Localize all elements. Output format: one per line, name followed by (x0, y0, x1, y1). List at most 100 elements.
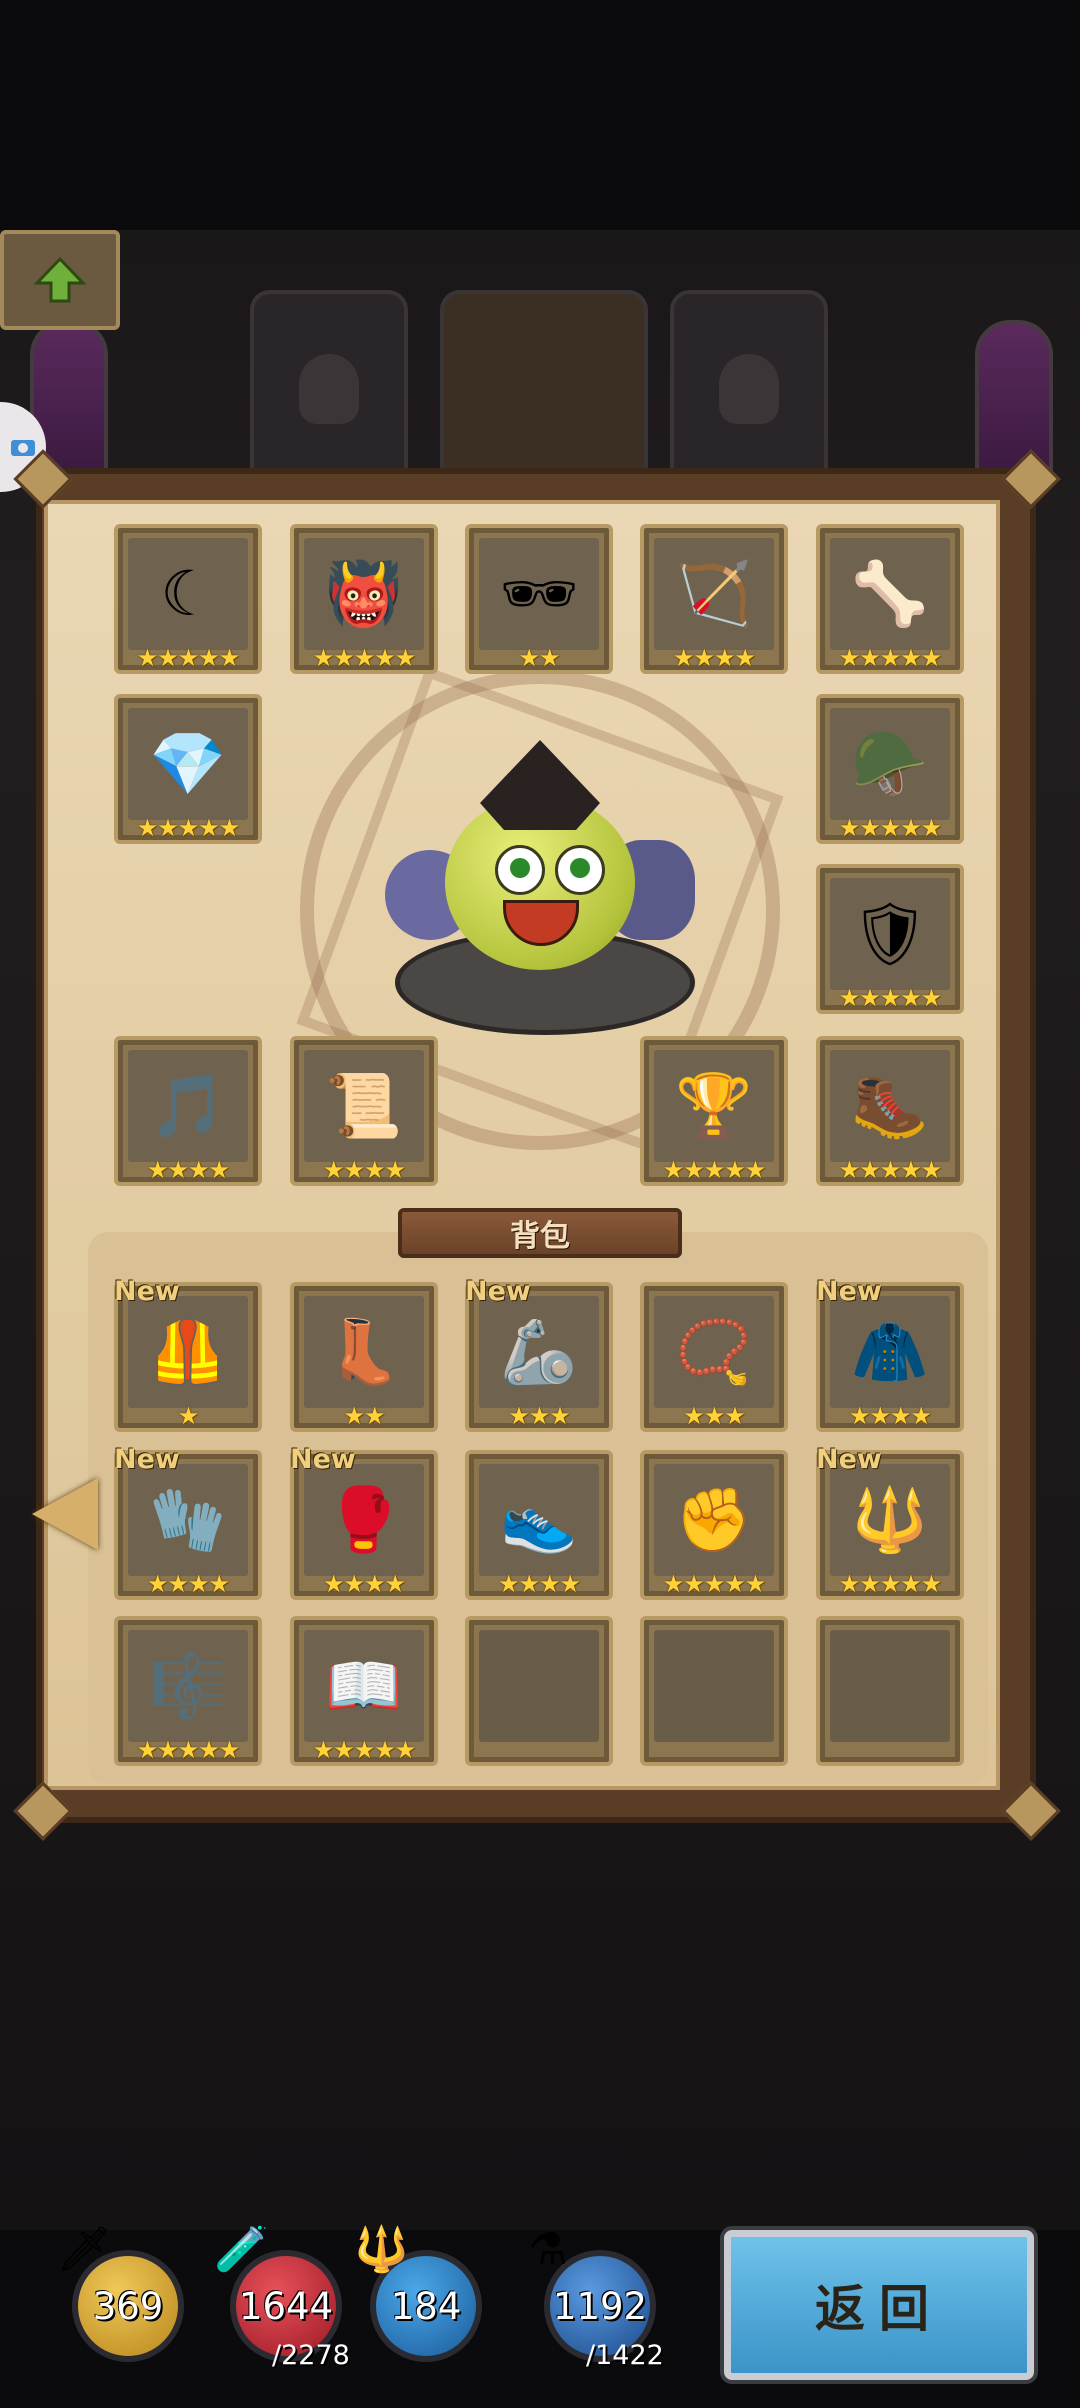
bracer-icon: 🦾 (479, 1296, 599, 1408)
new-badge: New (290, 1444, 356, 1475)
equip-slot-glasses[interactable]: 🕶 ★★ (465, 524, 613, 674)
empty-well (654, 1630, 774, 1742)
bag-empty-slot[interactable] (816, 1616, 964, 1766)
bag-item[interactable]: 🦾 ★★★ New (465, 1276, 613, 1432)
bag-item[interactable]: 👢 ★★ (290, 1282, 438, 1432)
prev-page-arrow-icon[interactable] (32, 1478, 98, 1550)
new-badge: New (114, 1444, 180, 1475)
boots-icon: 🥾 (830, 1050, 950, 1162)
stained-window-right (975, 320, 1053, 478)
empty-well (830, 1630, 950, 1742)
cross-armor-icon: 🛡 (830, 878, 950, 990)
bag-item[interactable]: 🔱 ★★★★★ New (816, 1444, 964, 1600)
resource-max: /1422 (586, 2340, 664, 2371)
star-rating: ★★★★ (146, 1156, 230, 1184)
staff-icon: 🔱 (354, 2224, 409, 2275)
star-rating: ★★★★★ (136, 644, 241, 672)
bag-item[interactable]: 🦺 ★ New (114, 1276, 262, 1432)
new-badge: New (465, 1276, 531, 1307)
star-rating: ★★★★★ (662, 1156, 767, 1184)
equip-slot-belt[interactable]: 💎 ★★★★★ (114, 694, 262, 844)
purple-boots-icon: 👢 (304, 1296, 424, 1408)
star-rating: ★ (177, 1402, 200, 1430)
equip-slot-ring[interactable]: 🪖 ★★★★★ (816, 694, 964, 844)
bag-item[interactable]: 🎼 ★★★★★ (114, 1616, 262, 1766)
bag-item[interactable]: 🧥 ★★★★ New (816, 1276, 964, 1432)
bone-charm-icon: 🦴 (830, 538, 950, 650)
star-rating: ★★★★ (322, 1570, 406, 1598)
fist-glove-icon: ✊ (654, 1464, 774, 1576)
equip-slot-book[interactable]: 📜 ★★★★ (290, 1036, 438, 1186)
resource-value: 1644 (238, 2284, 334, 2328)
star-rating: ★★ (343, 1402, 385, 1430)
star-rating: ★★★★★ (136, 814, 241, 842)
mana-potion-icon: ⚗ (528, 2224, 568, 2275)
bag-item[interactable]: 📿 ★★★ (640, 1282, 788, 1432)
health-potion-icon: 🧪 (214, 2224, 269, 2275)
bag-item[interactable]: ✊ ★★★★★ (640, 1450, 788, 1600)
sunglasses-icon: 🕶 (479, 538, 599, 650)
star-rating: ★★★★★ (136, 1736, 241, 1764)
up-arrow-icon (33, 256, 87, 303)
star-necklace-icon: 🔱 (830, 1464, 950, 1576)
star-rating: ★★★★★ (838, 1156, 943, 1184)
star-rating: ★★ (518, 644, 560, 672)
star-rating: ★★★★★ (838, 814, 943, 842)
star-rating: ★★★★★ (312, 1736, 417, 1764)
star-rating: ★★★ (683, 1402, 746, 1430)
resource-attack: 369 🗡 (54, 2228, 194, 2368)
new-badge: New (114, 1276, 180, 1307)
equip-slot-instrument[interactable]: 🎵 ★★★★ (114, 1036, 262, 1186)
hero-hat (480, 740, 600, 830)
lyre-icon: 🎵 (128, 1050, 248, 1162)
equip-slot-chalice[interactable]: 🏆 ★★★★★ (640, 1036, 788, 1186)
star-rating: ★★★★ (146, 1570, 230, 1598)
equip-slot-weapon[interactable]: ☾ ★★★★★ (114, 524, 262, 674)
equip-slot-bow[interactable]: 🏹 ★★★★ (640, 524, 788, 674)
star-rating: ★★★★★ (838, 1570, 943, 1598)
bag-empty-slot[interactable] (465, 1616, 613, 1766)
bag-empty-slot[interactable] (640, 1616, 788, 1766)
star-rating: ★★★★★ (838, 984, 943, 1012)
bag-item[interactable]: 👟 ★★★★ (465, 1450, 613, 1600)
gem-bracer-icon: 🥊 (304, 1464, 424, 1576)
resource-max: /2278 (272, 2340, 350, 2371)
blue-armor-icon: 🧥 (830, 1296, 950, 1408)
gauntlet-icon: 🧤 (128, 1464, 248, 1576)
equip-slot-helmet[interactable]: 👹 ★★★★★ (290, 524, 438, 674)
star-rating: ★★★★★ (662, 1570, 767, 1598)
sword-icon: 🗡 (56, 2224, 112, 2275)
wall-pillar (250, 290, 408, 488)
new-badge: New (816, 1444, 882, 1475)
spellbook-icon: 📜 (304, 1050, 424, 1162)
backpack-tab-label: 背包 (398, 1208, 682, 1258)
hero-eye (495, 845, 545, 895)
equip-slot-boots[interactable]: 🥾 ★★★★★ (816, 1036, 964, 1186)
star-rating: ★★★★ (848, 1402, 932, 1430)
cape-icon: 🦺 (128, 1296, 248, 1408)
resource-magic: 184 🔱 (352, 2228, 492, 2368)
bag-item[interactable]: 🧤 ★★★★ New (114, 1444, 262, 1600)
skull-ornament (719, 354, 779, 424)
star-rating: ★★★★ (672, 644, 756, 672)
demon-helm-icon: 👹 (304, 538, 424, 650)
bag-item[interactable]: 📖 ★★★★★ (290, 1616, 438, 1766)
equip-slot-charm[interactable]: 🦴 ★★★★★ (816, 524, 964, 674)
tome-icon: 📖 (304, 1630, 424, 1742)
new-badge: New (816, 1276, 882, 1307)
star-rating: ★★★★ (322, 1156, 406, 1184)
crossbow-icon: 🏹 (654, 538, 774, 650)
skull-ornament (299, 354, 359, 424)
hero-slime-character[interactable] (385, 740, 695, 1040)
bag-item[interactable]: 🥊 ★★★★ New (290, 1444, 438, 1600)
star-rating: ★★★ (508, 1402, 571, 1430)
resource-value: 369 (92, 2284, 164, 2328)
crystal-belt-icon: 💎 (128, 708, 248, 820)
back-button[interactable]: 返回 (724, 2230, 1034, 2380)
star-rating: ★★★★★ (312, 644, 417, 672)
resource-mana: 1192 ⚗ /1422 (526, 2224, 666, 2372)
hero-eye (555, 845, 605, 895)
harp-icon: 🎼 (128, 1630, 248, 1742)
scroll-up-button[interactable] (0, 230, 120, 330)
equip-slot-armor[interactable]: 🛡 ★★★★★ (816, 864, 964, 1014)
